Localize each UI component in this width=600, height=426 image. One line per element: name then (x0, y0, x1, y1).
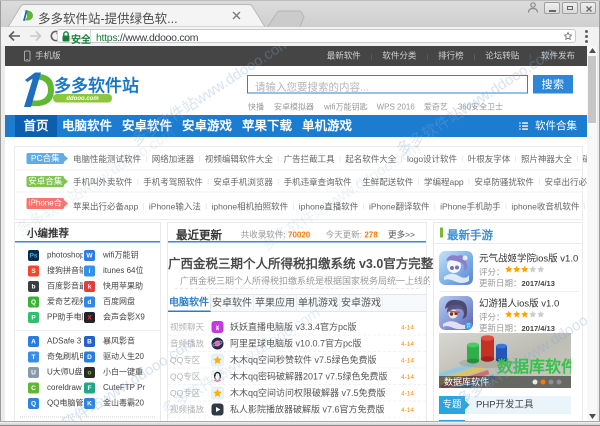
svg-text:数据库软件: 数据库软件 (497, 357, 571, 376)
svg-text:数据库软件: 数据库软件 (444, 376, 489, 387)
